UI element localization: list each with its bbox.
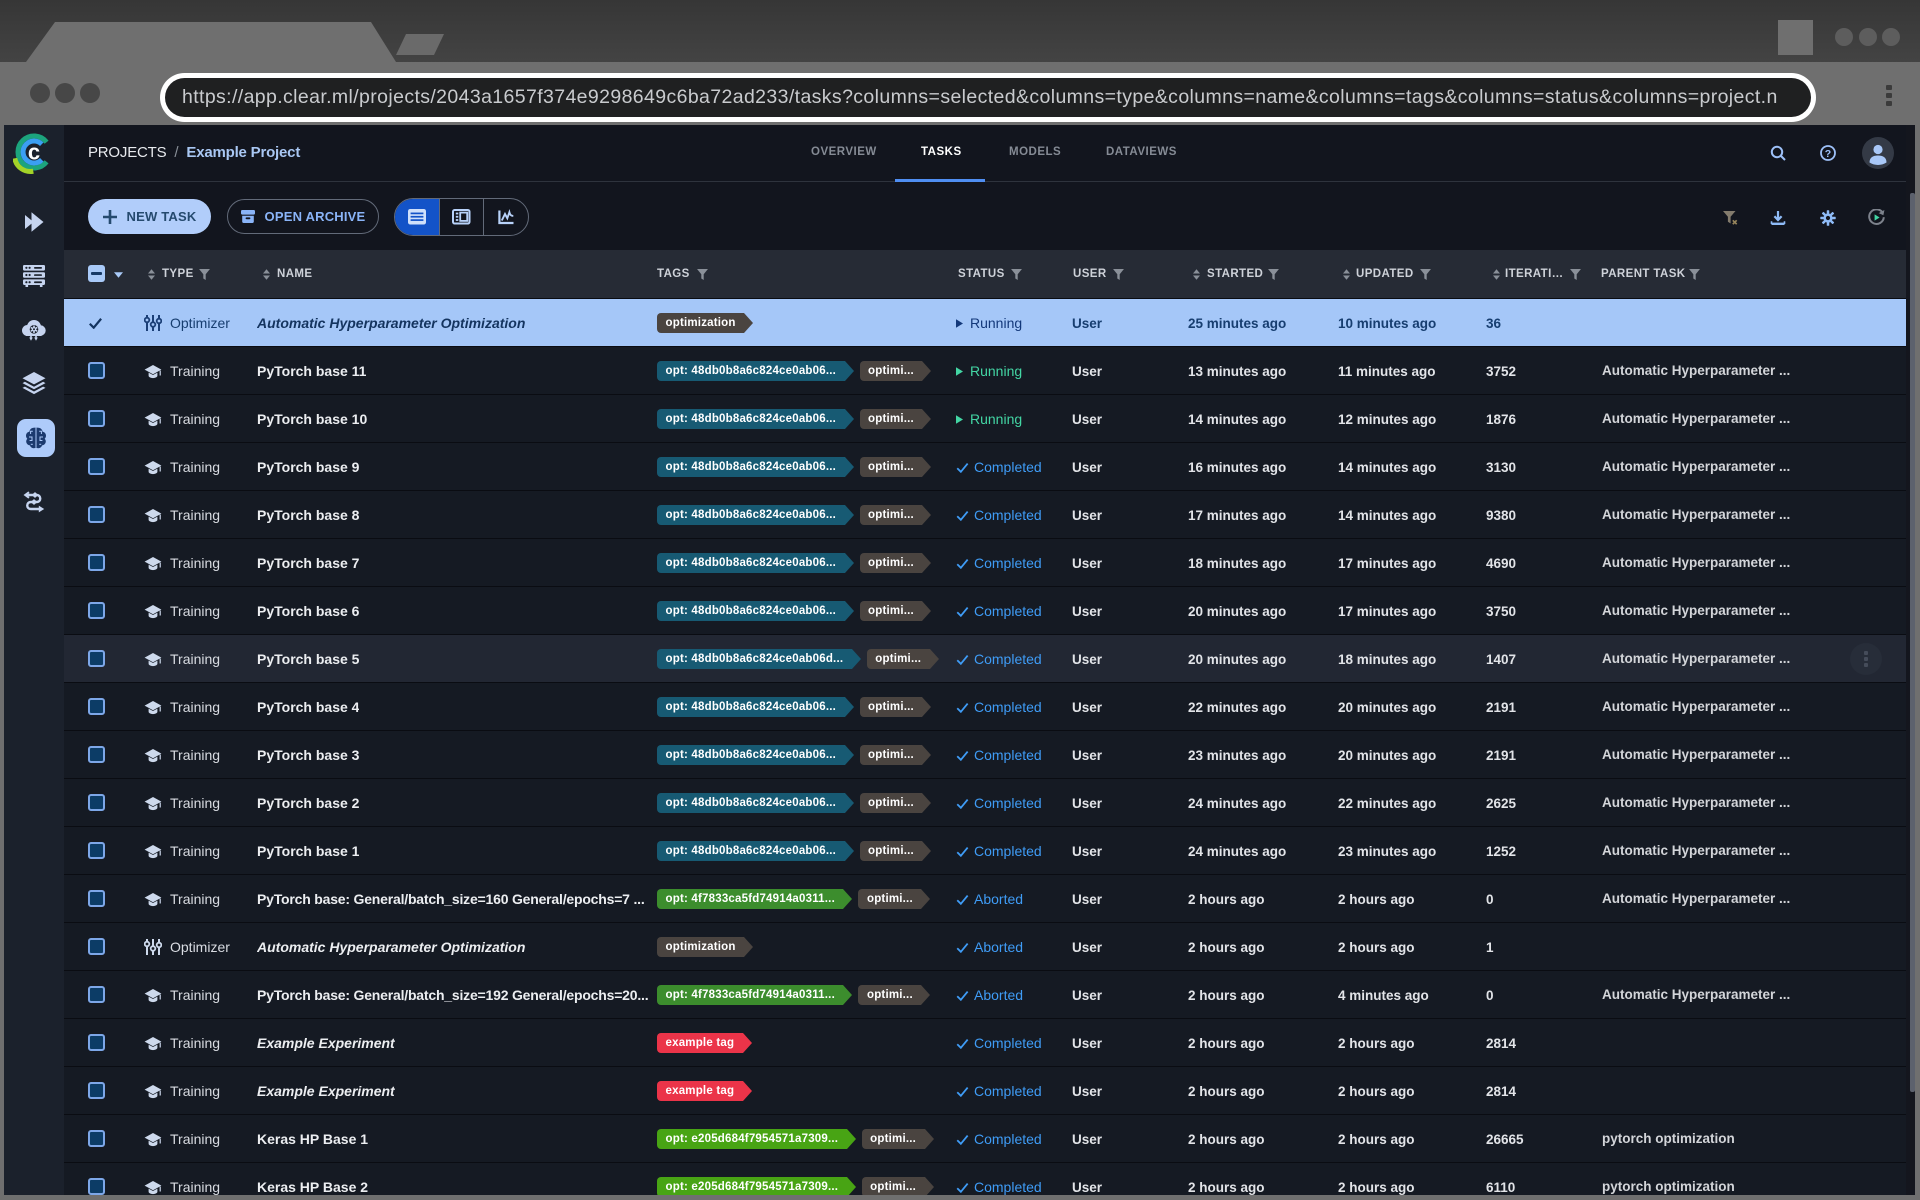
svg-text:c: c [28, 140, 40, 165]
svg-text:?: ? [1825, 148, 1831, 160]
